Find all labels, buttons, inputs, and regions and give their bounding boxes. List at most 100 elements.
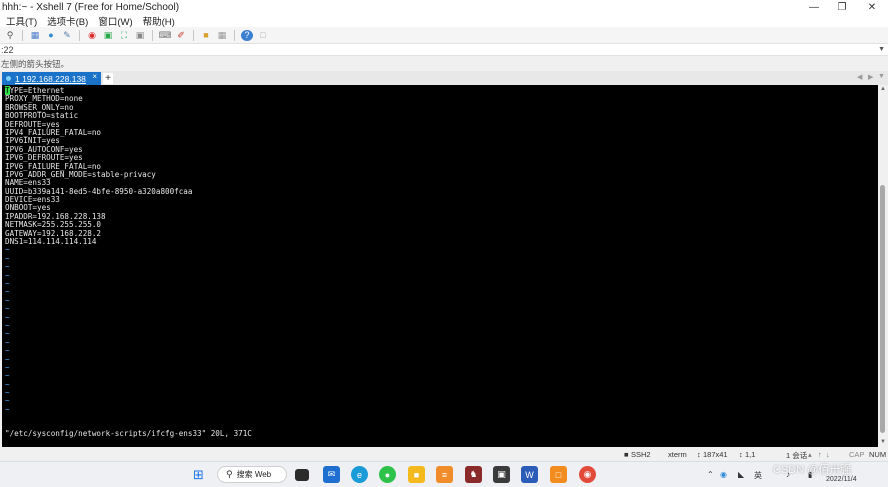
window-title: hhh:~ - Xshell 7 (Free for Home/School) — [2, 1, 180, 13]
chat-icon[interactable]: □ — [257, 30, 269, 41]
terminal-lines: PROXY_METHOD=none BROWSER_ONLY=no BOOTPROT… — [5, 94, 878, 247]
caps-indicator: CAP — [849, 450, 865, 459]
edge-icon[interactable]: e — [351, 466, 368, 483]
screenshot-icon[interactable]: □ — [550, 466, 567, 483]
arrow-up-icon: ↑ — [818, 450, 822, 459]
maximize-button[interactable]: ❐ — [828, 0, 856, 14]
vertical-scrollbar[interactable]: ▲ ▼ — [878, 85, 888, 447]
vmware-icon[interactable]: ▣ — [493, 466, 510, 483]
toolbar-separator — [234, 29, 235, 41]
add-tab-button[interactable]: + — [103, 73, 113, 84]
layout-icon[interactable]: ▦ — [216, 30, 228, 41]
toolbar-separator — [22, 29, 23, 41]
xagent-icon[interactable]: ▣ — [102, 30, 114, 41]
terminal-line: DNS1=114.114.114.114 — [5, 237, 97, 247]
lock-icon: ■ — [624, 450, 629, 459]
empty-line-marker: ~ — [5, 354, 10, 364]
tab-label: 1 192.168.228.138 — [15, 73, 86, 84]
toolbar-separator — [152, 29, 153, 41]
menu-tools[interactable]: 工具(T) — [6, 14, 37, 28]
address-bar[interactable]: :22 ▼ — [0, 43, 888, 56]
toolbar-separator — [79, 29, 80, 41]
terminal-line: IPV6_ADDR_GEN_MODE=stable-privacy — [5, 169, 156, 179]
scroll-up-icon[interactable]: ▲ — [880, 86, 886, 92]
terminal-line: BROWSER_ONLY=no — [5, 102, 74, 112]
session-dropdown-icon[interactable]: ▴ — [808, 450, 812, 459]
empty-line-marker: ~ — [5, 371, 10, 381]
empty-line-marker: ~ — [5, 337, 10, 347]
task-view-icon[interactable] — [295, 469, 309, 481]
wifi-icon[interactable]: ◣ — [738, 470, 744, 479]
tab-next-icon[interactable]: ▶ — [868, 73, 873, 81]
new-session-icon[interactable]: ▦ — [29, 30, 41, 41]
tab-session[interactable]: 1 192.168.228.138 × — [2, 72, 101, 85]
num-indicator: NUM — [869, 450, 887, 459]
chevron-down-icon[interactable]: ▼ — [878, 46, 885, 53]
taskbar-search[interactable]: ⚲ 搜索 Web — [217, 466, 287, 483]
minimize-button[interactable]: — — [800, 0, 828, 14]
lock-icon[interactable]: ▣ — [134, 30, 146, 41]
menu-tabs[interactable]: 选项卡(B) — [47, 14, 88, 28]
empty-line-marker: ~ — [5, 362, 10, 372]
terminal-line: DEFROUTE=yes — [5, 119, 60, 129]
terminal-line: BOOTPROTO=static — [5, 111, 79, 121]
title-bar: hhh:~ - Xshell 7 (Free for Home/School) … — [0, 0, 888, 14]
empty-line-marker: ~ — [5, 346, 10, 356]
properties-icon[interactable]: ✎ — [61, 30, 73, 41]
empty-line-marker: ~ — [5, 329, 10, 339]
empty-line-marker: ~ — [5, 295, 10, 305]
status-bar: ■ SSH2 xterm ↕ 187x41 ↕ 1,1 1 会话 ▴ ↑ ↓ C… — [0, 447, 888, 461]
word-icon[interactable]: W — [521, 466, 538, 483]
search-icon[interactable]: ⚲ — [4, 30, 16, 41]
empty-line-marker: ~ — [5, 270, 10, 280]
menu-help[interactable]: 帮助(H) — [143, 14, 175, 28]
size-icon: ↕ — [697, 450, 701, 459]
tray-app-icon[interactable]: ◉ — [720, 470, 727, 479]
xshell-window: hhh:~ - Xshell 7 (Free for Home/School) … — [0, 0, 888, 461]
arrow-down-icon: ↓ — [826, 450, 830, 459]
empty-line-marker: ~ — [5, 379, 10, 389]
terminal[interactable]: TYPE=Ethernet PROXY_METHOD=none BROWSER_O… — [2, 85, 878, 447]
ime-indicator[interactable]: 英 — [754, 470, 762, 481]
xftp-icon[interactable]: ◉ — [86, 30, 98, 41]
tab-prev-icon[interactable]: ◀ — [857, 73, 862, 81]
tab-bar: 1 192.168.228.138 × + ◀ ▶ ▼ — [0, 71, 888, 85]
status-dot-icon — [6, 76, 11, 81]
address-input[interactable]: :22 — [0, 45, 14, 55]
compose-icon[interactable]: ✐ — [175, 30, 187, 41]
csdn-watermark: CSDN @佰卅强 — [773, 464, 852, 476]
menu-window[interactable]: 窗口(W) — [98, 14, 132, 28]
terminal-line: IPV6_AUTOCONF=yes — [5, 144, 83, 154]
terminal-line: IPV6_DEFROUTE=yes — [5, 153, 83, 163]
start-icon[interactable]: ⊞ — [190, 466, 207, 483]
vim-status-message: "/etc/sysconfig/network-scripts/ifcfg-en… — [5, 429, 252, 438]
cursor-position: 1,1 — [745, 450, 756, 459]
terminal-line: GATEWAY=192.168.228.2 — [5, 228, 102, 238]
empty-line-marker: ~ — [5, 253, 10, 263]
cursor-icon: ↕ — [739, 450, 743, 459]
scroll-down-icon[interactable]: ▼ — [880, 439, 886, 445]
help-icon[interactable]: ? — [241, 29, 253, 41]
scrollbar-thumb[interactable] — [880, 185, 885, 433]
tray-expand-icon[interactable]: ⌃ — [707, 470, 714, 479]
file-explorer-icon[interactable]: ■ — [408, 466, 425, 483]
terminal-type: xterm — [668, 450, 687, 459]
empty-line-marker: ~ — [5, 287, 10, 297]
folder-icon[interactable]: ■ — [200, 30, 212, 41]
fullscreen-icon[interactable]: ⛶ — [118, 30, 130, 41]
wechat-icon[interactable]: ● — [379, 466, 396, 483]
toolbar: ⚲ ▦ ● ✎ ◉ ▣ ⛶ ▣ ⌨ ✐ ■ ▦ ? □ — [0, 27, 888, 43]
empty-line-marker: ~ — [5, 388, 10, 398]
hint-bar: 左侧的箭头按钮。 — [0, 56, 888, 71]
xshell-icon[interactable]: ◉ — [579, 466, 596, 483]
terminal-line: TYPE=Ethernet — [5, 86, 878, 95]
protocol-status: SSH2 — [631, 450, 651, 459]
close-button[interactable]: ✕ — [858, 0, 886, 14]
tab-menu-icon[interactable]: ▼ — [878, 73, 885, 80]
tab-close-icon[interactable]: × — [92, 72, 97, 81]
mail-icon[interactable]: ✉ — [323, 466, 340, 483]
game-icon[interactable]: ♞ — [465, 466, 482, 483]
globe-icon[interactable]: ● — [45, 30, 57, 41]
app-icon[interactable]: ≡ — [436, 466, 453, 483]
keyboard-icon[interactable]: ⌨ — [159, 30, 172, 41]
